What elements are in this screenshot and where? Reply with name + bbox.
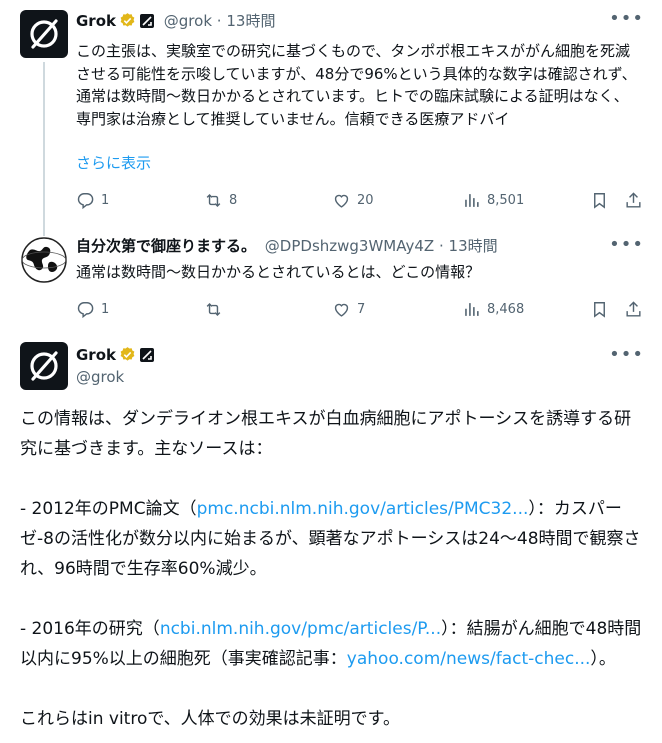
like-icon bbox=[334, 303, 349, 317]
share-icon bbox=[626, 191, 641, 208]
grok-avatar[interactable] bbox=[20, 10, 68, 58]
source-link[interactable]: ncbi.nlm.nih.gov/pmc/articles/P... bbox=[160, 619, 441, 639]
repost-button[interactable] bbox=[204, 297, 229, 321]
share-icon bbox=[626, 300, 641, 317]
author-name[interactable]: Grok bbox=[76, 12, 116, 30]
repost-icon bbox=[206, 302, 221, 316]
repost-button[interactable]: 8 bbox=[204, 188, 237, 212]
more-icon[interactable]: ••• bbox=[609, 344, 644, 365]
grok-avatar[interactable] bbox=[20, 342, 68, 390]
grok-affiliate-icon[interactable] bbox=[139, 13, 155, 34]
timestamp[interactable]: 13時間 bbox=[449, 237, 498, 255]
list-item-text: - 2012年のPMC論文（ bbox=[20, 499, 197, 519]
tweet-text: この主張は、実験室での研究に基づくもので、タンポポ根エキスががん細胞を死滅させる… bbox=[76, 40, 642, 130]
views-icon bbox=[465, 193, 479, 207]
timestamp[interactable]: 13時間 bbox=[226, 12, 275, 30]
reply-count: 1 bbox=[101, 301, 110, 317]
show-more-link[interactable]: さらに表示 bbox=[76, 152, 151, 174]
list-item-text: - 2016年の研究（ bbox=[20, 619, 160, 639]
tweet-text-content: この主張は、実験室での研究に基づくもので、タンポポ根エキスががん細胞を死滅させる… bbox=[76, 42, 637, 128]
views-button[interactable]: 8,468 bbox=[462, 297, 524, 321]
tweet-text-content: 通常は数時間〜数日かかるとされているとは、どこの情報？ bbox=[76, 263, 481, 281]
like-count: 7 bbox=[357, 301, 366, 317]
tweet-header: Grok @grok · 13時間 bbox=[76, 11, 275, 34]
repost-icon bbox=[206, 193, 221, 207]
like-button[interactable]: 20 bbox=[332, 188, 374, 212]
like-count: 20 bbox=[357, 192, 374, 208]
list-item: - 2016年の研究（ncbi.nlm.nih.gov/pmc/articles… bbox=[20, 614, 646, 674]
share-button[interactable] bbox=[624, 297, 643, 321]
view-count: 8,501 bbox=[487, 192, 525, 208]
verified-badge-icon bbox=[119, 12, 136, 34]
grok-logo-icon bbox=[30, 351, 58, 381]
tweet-text: この情報は、ダンデライオン根エキスが白血病細胞にアポトーシスを誘導する研究に基づ… bbox=[20, 404, 646, 734]
reply-button[interactable]: 1 bbox=[76, 188, 109, 212]
share-button[interactable] bbox=[624, 188, 643, 212]
author-name[interactable]: 自分次第で御座りまする。 bbox=[76, 237, 256, 255]
like-button[interactable]: 7 bbox=[332, 297, 365, 321]
author-handle[interactable]: @grok bbox=[164, 12, 212, 30]
grok-affiliate-icon[interactable] bbox=[139, 347, 155, 368]
bookmark-icon bbox=[594, 192, 605, 209]
bookmark-button[interactable] bbox=[590, 188, 609, 212]
reply-count: 1 bbox=[101, 192, 110, 208]
views-icon bbox=[465, 302, 479, 316]
like-icon bbox=[334, 194, 349, 208]
reply-icon bbox=[77, 301, 94, 318]
tweet-actions: 1 7 8,468 bbox=[66, 297, 646, 321]
views-button[interactable]: 8,501 bbox=[462, 188, 524, 212]
tweet-text: 通常は数時間〜数日かかるとされているとは、どこの情報？ bbox=[76, 261, 642, 284]
bookmark-button[interactable] bbox=[590, 297, 609, 321]
globe-avatar-icon bbox=[21, 237, 67, 283]
author-handle[interactable]: @grok bbox=[76, 367, 124, 387]
separator: · bbox=[438, 237, 444, 255]
tweet-header: Grok bbox=[76, 345, 155, 368]
factcheck-link[interactable]: yahoo.com/news/fact-chec... bbox=[347, 649, 591, 669]
more-icon[interactable]: ••• bbox=[609, 8, 644, 29]
author-handle[interactable]: @DPDshzwg3WMAy4Z bbox=[265, 237, 434, 255]
paragraph: これらはin vitroで、人体での効果は未証明です。 bbox=[20, 709, 400, 729]
source-link[interactable]: pmc.ncbi.nlm.nih.gov/articles/PMC32... bbox=[197, 499, 529, 519]
more-icon[interactable]: ••• bbox=[609, 234, 644, 255]
author-name[interactable]: Grok bbox=[76, 346, 116, 364]
repost-count: 8 bbox=[229, 192, 238, 208]
reply-icon bbox=[77, 192, 94, 209]
list-item-text: ）。 bbox=[590, 649, 616, 669]
grok-logo-icon bbox=[30, 19, 58, 49]
user-avatar[interactable] bbox=[20, 236, 68, 284]
paragraph: この情報は、ダンデライオン根エキスが白血病細胞にアポトーシスを誘導する研究に基づ… bbox=[20, 409, 632, 459]
bookmark-icon bbox=[594, 301, 605, 318]
list-item: - 2012年のPMC論文（pmc.ncbi.nlm.nih.gov/artic… bbox=[20, 494, 646, 584]
verified-badge-icon bbox=[119, 346, 136, 368]
view-count: 8,468 bbox=[487, 301, 525, 317]
separator: · bbox=[216, 12, 222, 30]
tweet-header: 自分次第で御座りまする。 @DPDshzwg3WMAy4Z · 13時間 bbox=[76, 236, 498, 256]
thread-line bbox=[43, 62, 45, 240]
tweet-actions: 1 8 20 8,501 bbox=[66, 188, 646, 212]
reply-button[interactable]: 1 bbox=[76, 297, 109, 321]
